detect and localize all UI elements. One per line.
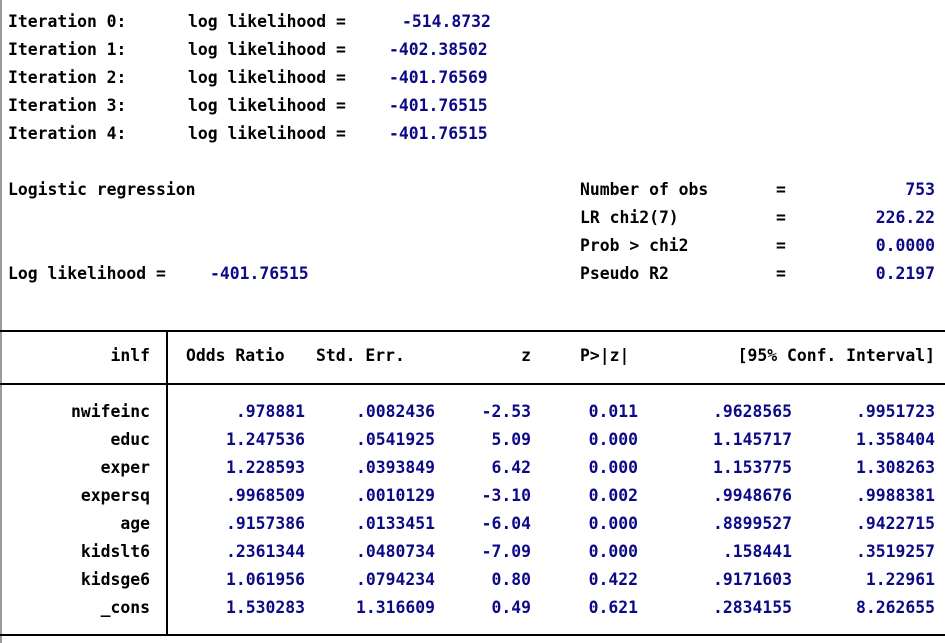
cell-ci-upper: .3519257 — [856, 542, 935, 561]
header-p-value: P>|z| — [580, 346, 630, 365]
iteration-label: Iteration 1: — [8, 40, 127, 59]
cell-ci-upper: 1.358404 — [856, 430, 935, 449]
cell-odds-ratio: .978881 — [235, 402, 305, 421]
cell-ci-lower: .9171603 — [713, 570, 792, 589]
cell-ci-upper: .9988381 — [856, 486, 935, 505]
model-title: Logistic regression — [8, 180, 196, 199]
cell-odds-ratio: 1.247536 — [226, 430, 305, 449]
iteration-ll-value: -514.8732 — [402, 12, 491, 31]
loglik-value: -401.76515 — [210, 264, 309, 283]
cell-p-value: 0.000 — [588, 514, 638, 533]
cell-std-err: .0794234 — [356, 570, 435, 589]
cell-variable: educ — [110, 430, 150, 449]
stat-value: 0.0000 — [875, 236, 935, 255]
iteration-ll-value: -401.76515 — [389, 96, 488, 115]
cell-ci-upper: 8.262655 — [856, 598, 935, 617]
cell-ci-upper: .9422715 — [856, 514, 935, 533]
stat-equals: = — [776, 264, 786, 283]
stat-value: 0.2197 — [875, 264, 935, 283]
header-conf-interval: [95% Conf. Interval] — [737, 346, 935, 365]
cell-std-err: .0480734 — [356, 542, 435, 561]
iteration-ll-label: log likelihood = — [188, 40, 346, 59]
cell-std-err: .0082436 — [356, 402, 435, 421]
iteration-ll-label: log likelihood = — [188, 68, 346, 87]
stat-label: Prob > chi2 — [580, 236, 689, 255]
cell-std-err: .0393849 — [356, 458, 435, 477]
window-left-border — [0, 0, 2, 643]
iteration-ll-label: log likelihood = — [188, 96, 346, 115]
cell-std-err: 1.316609 — [356, 598, 435, 617]
iteration-ll-value: -401.76569 — [389, 68, 488, 87]
cell-variable: _cons — [100, 598, 150, 617]
cell-variable: nwifeinc — [71, 402, 150, 421]
cell-z: -2.53 — [481, 402, 531, 421]
iteration-ll-label: log likelihood = — [188, 12, 346, 31]
header-z: z — [521, 346, 531, 365]
header-variable: inlf — [110, 346, 150, 365]
table-top-rule — [0, 330, 945, 332]
header-std-err: Std. Err. — [316, 346, 405, 365]
iteration-ll-value: -401.76515 — [389, 124, 488, 143]
cell-odds-ratio: .9157386 — [226, 514, 305, 533]
cell-ci-lower: 1.145717 — [713, 430, 792, 449]
cell-odds-ratio: 1.228593 — [226, 458, 305, 477]
table-column-divider — [166, 330, 168, 635]
cell-ci-lower: .9948676 — [713, 486, 792, 505]
stat-value: 226.22 — [875, 208, 935, 227]
cell-ci-upper: 1.308263 — [856, 458, 935, 477]
cell-variable: kidslt6 — [80, 542, 150, 561]
cell-z: 6.42 — [491, 458, 531, 477]
cell-variable: exper — [100, 458, 150, 477]
cell-z: -6.04 — [481, 514, 531, 533]
cell-z: 0.49 — [491, 598, 531, 617]
cell-ci-lower: .158441 — [722, 542, 792, 561]
iteration-ll-label: log likelihood = — [188, 124, 346, 143]
iteration-label: Iteration 3: — [8, 96, 127, 115]
cell-z: 0.80 — [491, 570, 531, 589]
cell-p-value: 0.011 — [588, 402, 638, 421]
cell-ci-upper: .9951723 — [856, 402, 935, 421]
iteration-label: Iteration 4: — [8, 124, 127, 143]
stat-label: Number of obs — [580, 180, 709, 199]
cell-ci-lower: 1.153775 — [713, 458, 792, 477]
cell-p-value: 0.621 — [588, 598, 638, 617]
cell-variable: kidsge6 — [80, 570, 150, 589]
cell-p-value: 0.000 — [588, 458, 638, 477]
header-odds-ratio: Odds Ratio — [186, 346, 285, 365]
stat-equals: = — [776, 180, 786, 199]
cell-std-err: .0133451 — [356, 514, 435, 533]
cell-z: -3.10 — [481, 486, 531, 505]
cell-ci-lower: .2834155 — [713, 598, 792, 617]
stat-label: LR chi2(7) — [580, 208, 679, 227]
table-header-rule — [0, 383, 945, 385]
cell-ci-lower: .8899527 — [713, 514, 792, 533]
cell-odds-ratio: 1.061956 — [226, 570, 305, 589]
iteration-label: Iteration 2: — [8, 68, 127, 87]
stat-equals: = — [776, 236, 786, 255]
cell-z: 5.09 — [491, 430, 531, 449]
cell-p-value: 0.000 — [588, 430, 638, 449]
cell-p-value: 0.002 — [588, 486, 638, 505]
cell-odds-ratio: .2361344 — [226, 542, 305, 561]
stat-label: Pseudo R2 — [580, 264, 669, 283]
cell-ci-lower: .9628565 — [713, 402, 792, 421]
cell-std-err: .0541925 — [356, 430, 435, 449]
stat-equals: = — [776, 208, 786, 227]
cell-odds-ratio: 1.530283 — [226, 598, 305, 617]
iteration-ll-value: -402.38502 — [389, 40, 488, 59]
cell-std-err: .0010129 — [356, 486, 435, 505]
cell-p-value: 0.000 — [588, 542, 638, 561]
cell-odds-ratio: .9968509 — [226, 486, 305, 505]
table-bottom-rule — [0, 634, 945, 636]
stat-value: 753 — [905, 180, 935, 199]
cell-variable: age — [120, 514, 150, 533]
loglik-label: Log likelihood = — [8, 264, 166, 283]
cell-variable: expersq — [80, 486, 150, 505]
cell-z: -7.09 — [481, 542, 531, 561]
cell-p-value: 0.422 — [588, 570, 638, 589]
iteration-label: Iteration 0: — [8, 12, 127, 31]
cell-ci-upper: 1.22961 — [865, 570, 935, 589]
